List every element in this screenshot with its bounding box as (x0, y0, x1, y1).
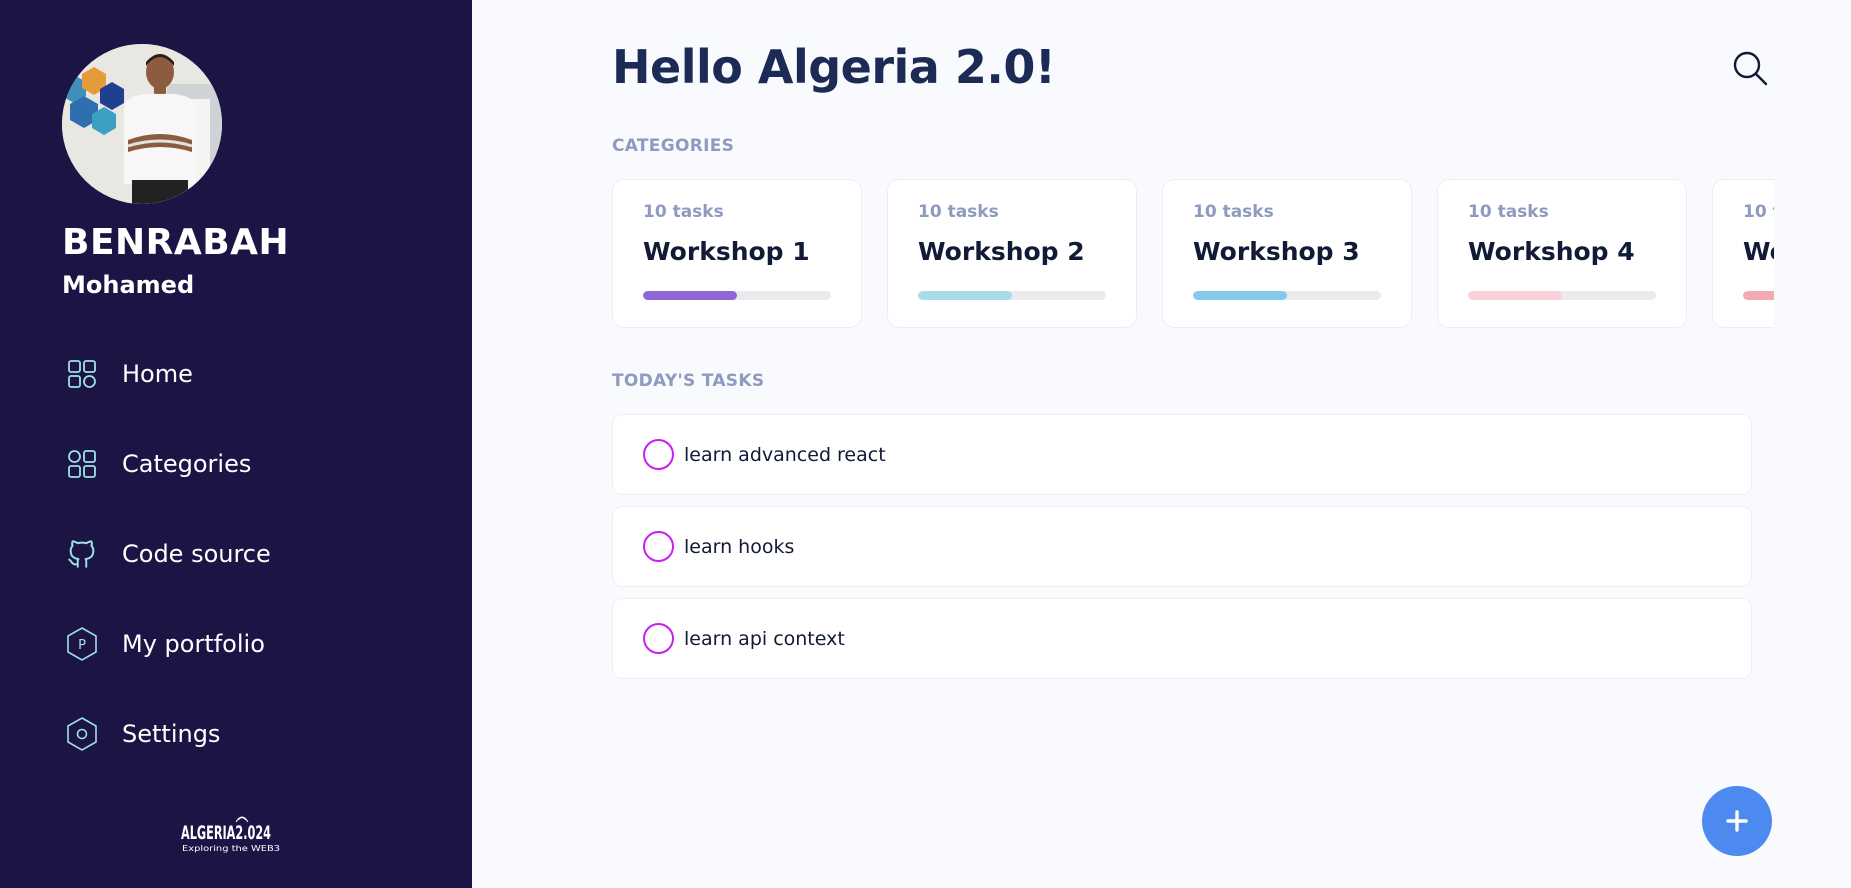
category-progress-fill (643, 291, 737, 300)
category-name: Workshop 2 (918, 237, 1085, 266)
grid-icon (62, 354, 102, 394)
sidebar-item-label: Categories (122, 450, 252, 478)
sidebar-item-label: Settings (122, 720, 221, 748)
settings-hexagon-icon (62, 714, 102, 754)
sidebar-item-label: Home (122, 360, 193, 388)
search-button[interactable] (1730, 48, 1770, 88)
plus-icon (1726, 810, 1748, 832)
category-card[interactable]: 10 tasks Workshop 1 (612, 179, 862, 328)
sidebar: BENRABAH Mohamed Home Categories Code so… (0, 0, 472, 888)
category-task-count: 10 tasks (643, 202, 724, 222)
category-progress-track (1743, 291, 1774, 300)
task-text: learn hooks (684, 535, 795, 558)
task-item[interactable]: learn hooks (612, 506, 1752, 587)
task-checkbox[interactable] (643, 623, 674, 654)
category-progress-track (643, 291, 831, 300)
avatar (62, 44, 222, 204)
sidebar-item-code-source[interactable]: Code source (62, 526, 402, 582)
categories-label: CATEGORIES (612, 136, 735, 156)
category-task-count: 10 tasks (1193, 202, 1274, 222)
category-card[interactable]: 10 tasks Workshop 4 (1437, 179, 1687, 328)
category-progress-fill (918, 291, 1012, 300)
github-icon (62, 534, 102, 574)
category-progress-track (1468, 291, 1656, 300)
category-task-count: 10 tasks (1743, 202, 1774, 222)
portfolio-hexagon-icon: P (62, 624, 102, 664)
page-title: Hello Algeria 2.0! (612, 40, 1056, 94)
category-task-count: 10 tasks (1468, 202, 1549, 222)
todays-tasks-label: TODAY'S TASKS (612, 371, 765, 391)
category-name: Workshop 4 (1468, 237, 1635, 266)
category-progress-track (1193, 291, 1381, 300)
algeria-2024-logo: ALGERIA2.024 Exploring the WEB3 (181, 816, 280, 853)
category-progress-fill (1468, 291, 1562, 300)
sidebar-item-home[interactable]: Home (62, 346, 402, 402)
category-card[interactable]: 10 tasks Workshop 3 (1162, 179, 1412, 328)
svg-text:P: P (78, 638, 86, 653)
sidebar-item-categories[interactable]: Categories (62, 436, 402, 492)
profile-last-name: BENRABAH (62, 222, 290, 263)
categories-carousel[interactable]: 10 tasks Workshop 1 10 tasks Workshop 2 … (612, 179, 1774, 329)
category-name: Workshop 1 (643, 237, 810, 266)
task-item[interactable]: learn advanced react (612, 414, 1752, 495)
category-progress-track (918, 291, 1106, 300)
task-item[interactable]: learn api context (612, 598, 1752, 679)
sidebar-item-settings[interactable]: Settings (62, 706, 402, 762)
task-checkbox[interactable] (643, 439, 674, 470)
profile-first-name: Mohamed (62, 271, 195, 299)
sidebar-item-my-portfolio[interactable]: P My portfolio (62, 616, 402, 672)
search-icon (1733, 51, 1768, 86)
category-progress-fill (1193, 291, 1287, 300)
svg-text:ALGERIA2.024: ALGERIA2.024 (181, 822, 271, 844)
task-text: learn api context (684, 627, 845, 650)
category-name: Workshop 3 (1193, 237, 1360, 266)
profile-photo (62, 44, 222, 204)
category-card[interactable]: 10 tasks Workshop 5 (1712, 179, 1774, 328)
category-card[interactable]: 10 tasks Workshop 2 (887, 179, 1137, 328)
grid-icon (62, 444, 102, 484)
category-task-count: 10 tasks (918, 202, 999, 222)
category-name: Workshop 5 (1743, 237, 1774, 266)
svg-text:Exploring the WEB3: Exploring the WEB3 (182, 844, 280, 853)
add-task-button[interactable] (1702, 786, 1772, 856)
task-text: learn advanced react (684, 443, 886, 466)
sidebar-item-label: My portfolio (122, 630, 265, 658)
category-progress-fill (1743, 291, 1774, 300)
sidebar-item-label: Code source (122, 540, 271, 568)
task-checkbox[interactable] (643, 531, 674, 562)
